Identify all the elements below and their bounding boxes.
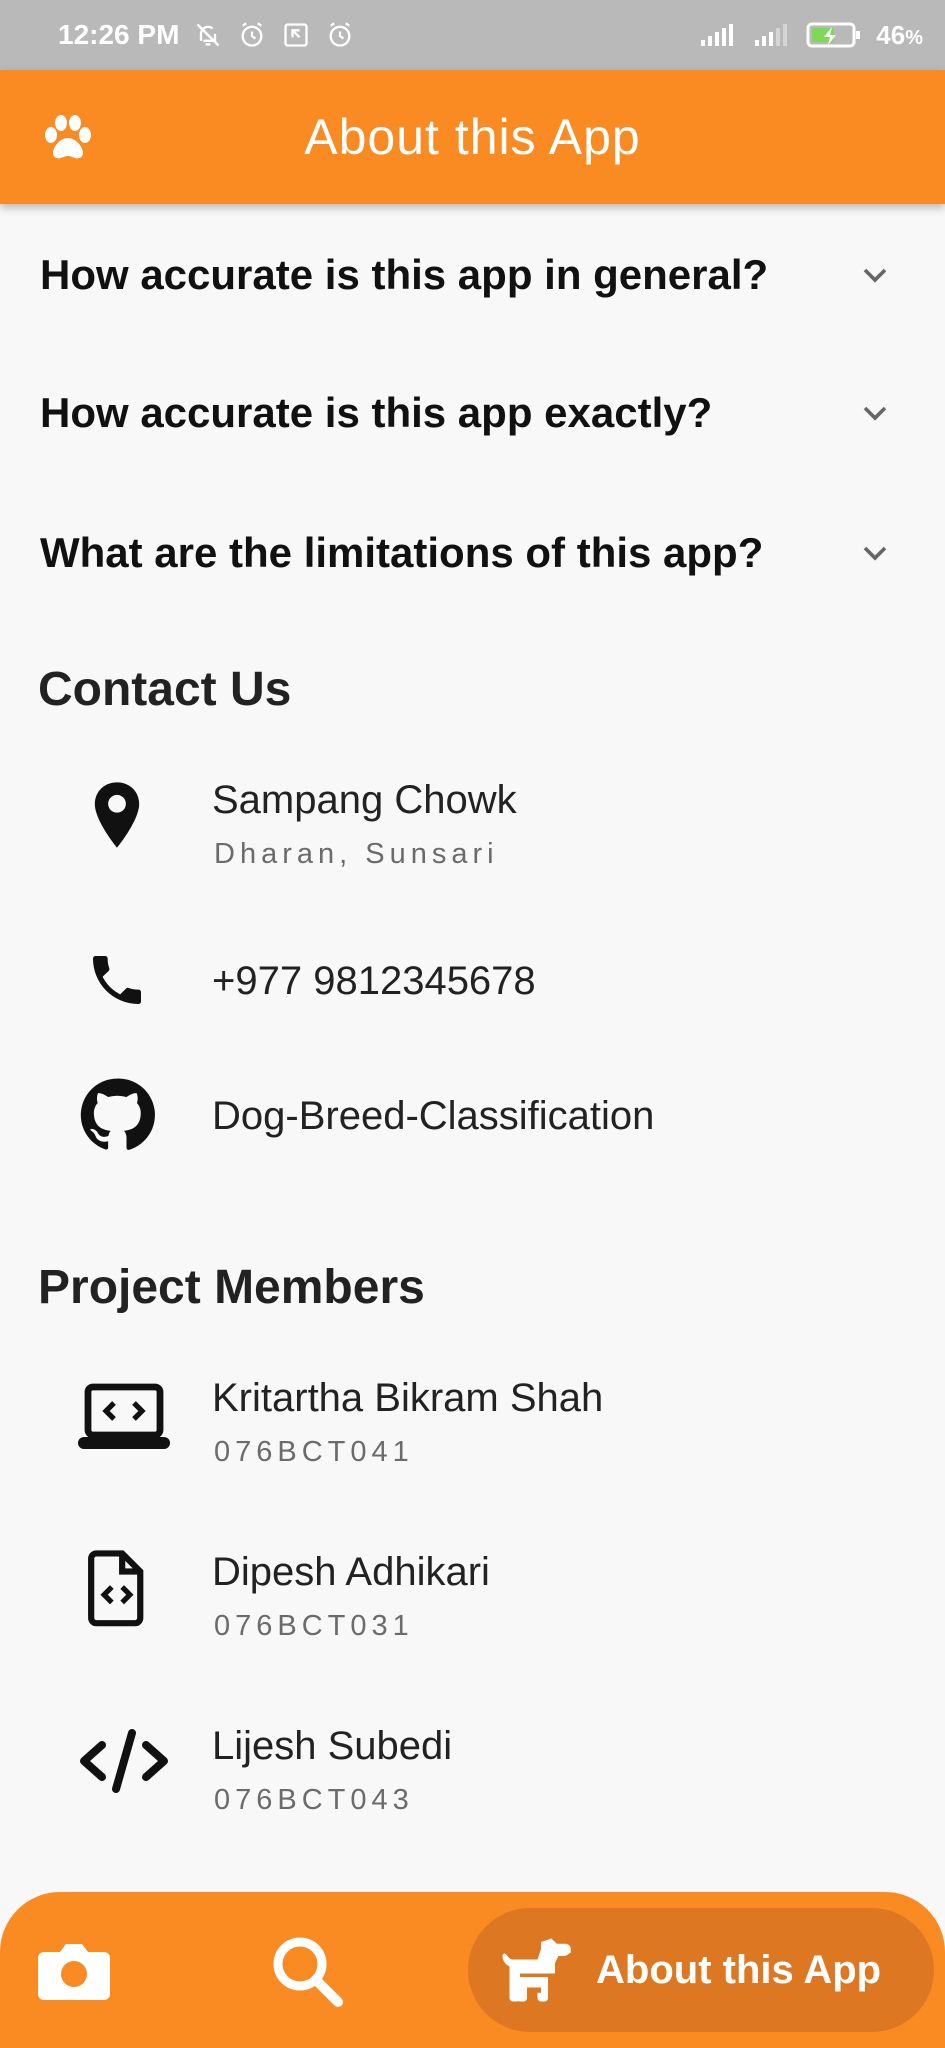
contact-section-title: Contact Us bbox=[38, 663, 292, 716]
faq-question: How accurate is this app in general? bbox=[40, 251, 769, 298]
member-tile[interactable]: Dipesh Adhikari 076BCT031 bbox=[0, 1542, 945, 1652]
chevron-down-icon bbox=[863, 406, 887, 421]
battery-percent: 46% bbox=[876, 19, 923, 50]
member-name: Kritartha Bikram Shah bbox=[212, 1376, 604, 1420]
chevron-down-icon bbox=[863, 268, 887, 283]
file-code-icon bbox=[72, 1542, 162, 1632]
member-name: Lijesh Subedi bbox=[212, 1724, 453, 1768]
faq-item[interactable]: How accurate is this app in general? bbox=[0, 210, 945, 340]
search-icon bbox=[273, 1937, 343, 2007]
member-id: 076BCT043 bbox=[214, 1784, 414, 1816]
notifications-off-icon bbox=[193, 20, 223, 50]
alarm-icon bbox=[237, 20, 267, 50]
contact-github-repo: Dog-Breed-Classification bbox=[212, 1094, 655, 1138]
page-title: About this App bbox=[304, 109, 641, 165]
members-section-title: Project Members bbox=[38, 1261, 425, 1314]
contact-phone-tile[interactable]: +977 9812345678 bbox=[0, 935, 945, 1025]
status-bar-right: 46% bbox=[698, 20, 923, 51]
contact-phone-number: +977 9812345678 bbox=[212, 959, 536, 1003]
nav-about-label: About this App bbox=[596, 1947, 882, 1992]
contact-github-tile[interactable]: Dog-Breed-Classification bbox=[0, 1070, 945, 1160]
member-name: Dipesh Adhikari bbox=[212, 1550, 490, 1594]
member-id: 076BCT041 bbox=[214, 1436, 414, 1468]
faq-question: How accurate is this app exactly? bbox=[40, 389, 713, 436]
nav-camera-button[interactable] bbox=[24, 1930, 124, 2010]
phone-icon bbox=[72, 935, 162, 1025]
faq-item[interactable]: How accurate is this app exactly? bbox=[0, 348, 945, 478]
contact-address-tile[interactable]: Sampang Chowk Dharan, Sunsari bbox=[0, 770, 945, 880]
alarm-icon bbox=[325, 20, 355, 50]
signal-icon bbox=[752, 20, 792, 50]
camera-icon bbox=[38, 1944, 110, 2000]
app-bar: About this App bbox=[0, 70, 945, 204]
status-bar: 12:26 PM 46% bbox=[0, 0, 945, 70]
faq-question: What are the limitations of this app? bbox=[40, 529, 764, 576]
chevron-down-icon bbox=[863, 546, 887, 561]
code-icon bbox=[74, 1716, 174, 1806]
laptop-code-icon bbox=[74, 1372, 174, 1462]
faq-item[interactable]: What are the limitations of this app? bbox=[0, 488, 945, 618]
signal-icon bbox=[698, 20, 738, 50]
github-icon bbox=[72, 1070, 162, 1160]
status-time: 12:26 PM bbox=[58, 19, 180, 50]
nav-about-button[interactable]: About this App bbox=[468, 1908, 934, 2032]
battery-charging-icon bbox=[806, 20, 862, 50]
bottom-navigation: About this App bbox=[0, 1892, 945, 2048]
status-bar-left: 12:26 PM bbox=[58, 19, 355, 51]
screenshot-icon bbox=[281, 20, 311, 50]
contact-address-title: Sampang Chowk bbox=[212, 778, 517, 822]
member-id: 076BCT031 bbox=[214, 1610, 414, 1642]
contact-address-subtitle: Dharan, Sunsari bbox=[214, 838, 499, 870]
dog-icon bbox=[502, 1938, 571, 2002]
location-pin-icon bbox=[72, 770, 162, 860]
member-tile[interactable]: Kritartha Bikram Shah 076BCT041 bbox=[0, 1368, 945, 1478]
nav-search-button[interactable] bbox=[256, 1928, 356, 2012]
member-tile[interactable]: Lijesh Subedi 076BCT043 bbox=[0, 1716, 945, 1826]
